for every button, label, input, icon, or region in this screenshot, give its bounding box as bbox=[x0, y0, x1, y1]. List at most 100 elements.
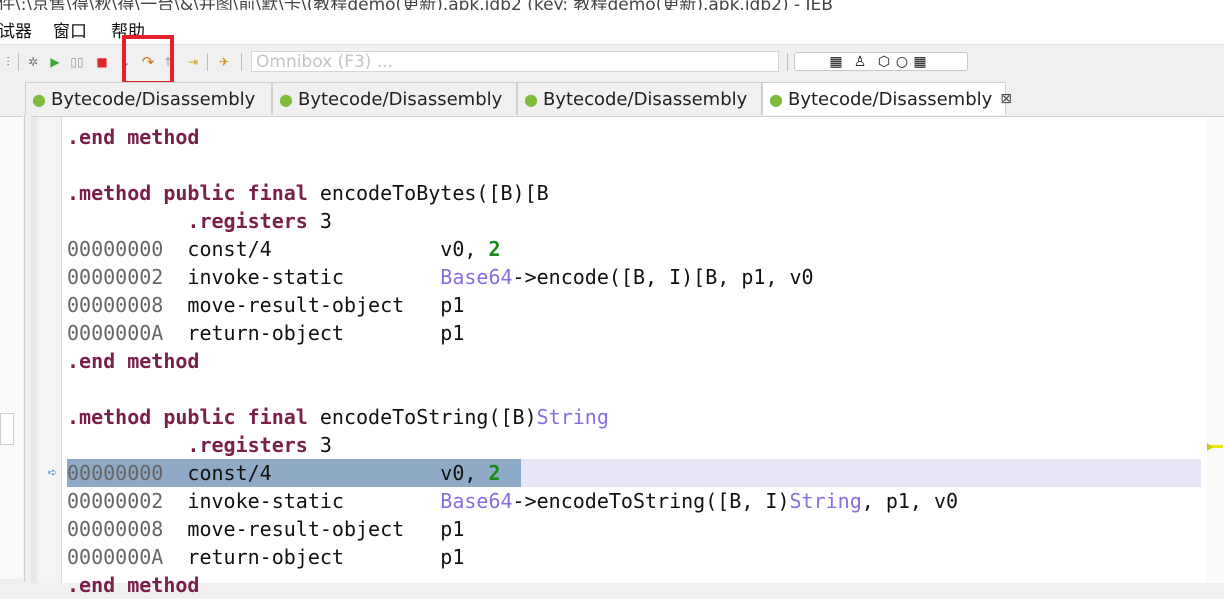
highlight-annotation-box bbox=[122, 35, 174, 85]
overview-ruler[interactable] bbox=[1207, 117, 1224, 583]
instruction-address: 00000000 bbox=[67, 461, 164, 485]
instruction-operand: p1 bbox=[440, 321, 465, 345]
left-panel-widget bbox=[0, 413, 14, 445]
method-signature: encodeToString([B) bbox=[307, 405, 537, 429]
instruction-operand: v0, bbox=[440, 461, 489, 485]
menu-bar: 试器 窗口 帮助 bbox=[0, 10, 1224, 45]
editor-gutter[interactable] bbox=[31, 117, 62, 583]
registers-count: 3 bbox=[307, 433, 332, 457]
stop-icon[interactable]: ■ bbox=[94, 54, 110, 70]
code-line[interactable]: 00000002 invoke-static Base64->encodeToS… bbox=[67, 487, 958, 515]
current-instruction-arrow-icon: ➪ bbox=[48, 466, 58, 479]
code-line[interactable]: 00000000 const/4 v0, 2 bbox=[67, 459, 501, 487]
circle-icon[interactable]: ○ bbox=[893, 54, 911, 70]
method-modifiers: .method public final bbox=[67, 405, 308, 429]
quick-icons-panel: ▦ ♙ ⬡ ○ ▦ bbox=[794, 52, 968, 71]
tab-bytecode-disassembly-active[interactable]: ● Bytecode/Disassembly ⊠ bbox=[762, 82, 1012, 115]
instruction-operand: v0, bbox=[440, 237, 489, 261]
code-line[interactable]: .end method bbox=[67, 347, 199, 375]
code-line[interactable]: .method public final encodeToString([B)S… bbox=[67, 403, 609, 431]
registers-directive: .registers bbox=[187, 209, 308, 233]
instruction-operand: 2 bbox=[488, 461, 501, 485]
toolbar-separator bbox=[207, 53, 208, 71]
tab-label: Bytecode/Disassembly bbox=[787, 88, 993, 110]
pause-icon[interactable]: ▯▯ bbox=[69, 54, 85, 70]
registers-directive: .registers bbox=[187, 433, 308, 457]
editor-tab-strip: ● Bytecode/Disassembly ● Bytecode/Disass… bbox=[0, 82, 1224, 115]
directive-end-method: .end method bbox=[67, 573, 200, 597]
directive-end-method: .end method bbox=[67, 125, 200, 149]
package-cube-icon[interactable]: ⬡ bbox=[875, 54, 893, 70]
gutter-markers bbox=[37, 117, 61, 583]
code-line[interactable]: 0000000A return-object p1 bbox=[67, 319, 464, 347]
instruction-opcode: const/4 bbox=[187, 461, 272, 485]
instruction-address: 0000000A bbox=[67, 321, 164, 345]
ruler-arrow-icon bbox=[1207, 443, 1213, 451]
code-line[interactable]: 0000000A return-object p1 bbox=[67, 543, 464, 571]
android-icon: ● bbox=[279, 89, 293, 109]
instruction-operand: p1 bbox=[440, 517, 465, 541]
instruction-operand: ->encode([B, I)[B, p1, v0 bbox=[512, 265, 814, 289]
instruction-opcode: invoke-static bbox=[187, 265, 344, 289]
directive-end-method: .end method bbox=[67, 349, 200, 373]
instruction-operand: , p1, v0 bbox=[861, 489, 959, 513]
code-editor[interactable]: .end method .method public final encodeTo… bbox=[31, 116, 1224, 597]
tab-bytecode-disassembly[interactable]: ● Bytecode/Disassembly bbox=[272, 82, 517, 115]
instruction-address: 00000000 bbox=[67, 237, 164, 261]
code-line[interactable]: 00000000 const/4 v0, 2 bbox=[67, 235, 501, 263]
instruction-operand: Base64 bbox=[440, 265, 513, 289]
code-line[interactable]: .method public final encodeToBytes([B)[B bbox=[67, 179, 549, 207]
code-line[interactable]: 00000008 move-result-object p1 bbox=[67, 291, 464, 319]
window-title: 件\:\京售\得\秋\得\一台\&\并图\前\默\卡\(教程demo(更新).a… bbox=[0, 0, 833, 10]
code-line[interactable]: 00000002 invoke-static Base64->encode([B… bbox=[67, 263, 814, 291]
tab-label: Bytecode/Disassembly bbox=[297, 88, 503, 110]
omnibox-input[interactable] bbox=[252, 52, 786, 72]
instruction-address: 00000008 bbox=[67, 517, 164, 541]
left-panel bbox=[0, 116, 23, 579]
toolbar-separator bbox=[18, 53, 19, 71]
tab-label: Bytecode/Disassembly bbox=[542, 88, 748, 110]
omnibox[interactable] bbox=[251, 51, 786, 72]
tab-bytecode-disassembly[interactable]: ● Bytecode/Disassembly bbox=[25, 82, 272, 115]
code-line[interactable]: 00000008 move-result-object p1 bbox=[67, 515, 464, 543]
method-signature: encodeToBytes([B)[B bbox=[307, 181, 549, 205]
instruction-opcode: return-object bbox=[187, 545, 344, 569]
instruction-opcode: move-result-object bbox=[187, 293, 405, 317]
close-tab-icon[interactable]: ⊠ bbox=[1000, 91, 1012, 107]
launch-rocket-icon[interactable]: ✈ bbox=[216, 54, 232, 70]
code-line[interactable]: .registers 3 bbox=[67, 431, 332, 459]
android-icon: ● bbox=[769, 89, 783, 109]
instruction-address: 00000002 bbox=[67, 489, 164, 513]
resume-icon[interactable]: ▶ bbox=[47, 54, 63, 70]
menu-window[interactable]: 窗口 bbox=[53, 17, 87, 42]
instruction-operand: ->encodeToString([B, I) bbox=[512, 489, 790, 513]
menu-debugger[interactable]: 试器 bbox=[0, 17, 32, 42]
instruction-opcode: move-result-object bbox=[187, 517, 405, 541]
agent-person-icon[interactable]: ♙ bbox=[851, 54, 869, 70]
brick-wall-icon[interactable]: ▦ bbox=[911, 54, 929, 70]
android-icon: ● bbox=[32, 89, 46, 109]
toolbar-separator bbox=[241, 53, 242, 71]
code-line[interactable]: .end method bbox=[67, 123, 199, 151]
debug-settings-icon[interactable]: ✲ bbox=[25, 54, 41, 70]
code-line[interactable]: .registers 3 bbox=[67, 207, 332, 235]
tab-bytecode-disassembly[interactable]: ● Bytecode/Disassembly bbox=[517, 82, 762, 115]
run-to-line-icon[interactable]: ⇥ bbox=[185, 54, 201, 70]
registers-count: 3 bbox=[307, 209, 332, 233]
brick-wall-icon[interactable]: ▦ bbox=[827, 54, 845, 70]
method-return-type: String bbox=[536, 405, 609, 429]
instruction-opcode: return-object bbox=[187, 321, 344, 345]
code-line[interactable]: .end method bbox=[67, 571, 199, 599]
